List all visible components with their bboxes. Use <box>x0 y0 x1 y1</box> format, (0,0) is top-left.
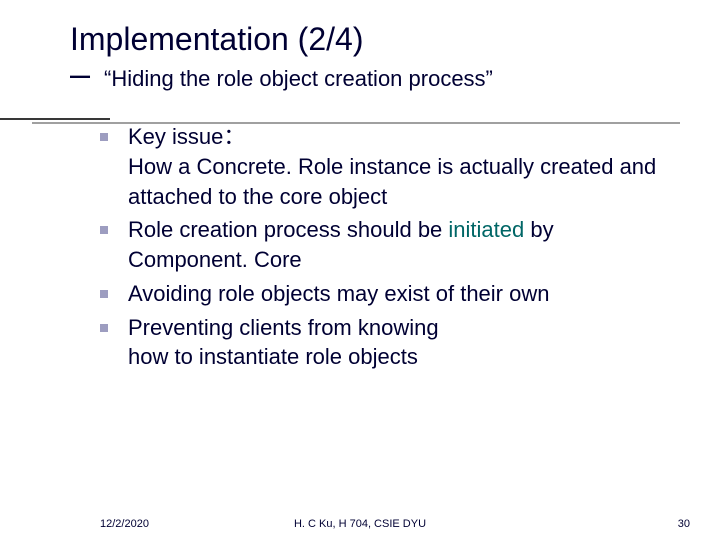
bullet-marker <box>100 133 108 141</box>
bullet-text: Preventing clients from knowing how to i… <box>128 313 439 372</box>
text-fragment: how to instantiate role objects <box>128 344 418 369</box>
text-fragment: How a Concrete. Role instance is actuall… <box>128 154 656 209</box>
bullet-marker <box>100 324 108 332</box>
divider-long <box>32 122 680 124</box>
footer-author: H. C Ku, H 704, CSIE DYU <box>0 518 720 530</box>
bullet-marker <box>100 290 108 298</box>
divider <box>0 118 720 130</box>
page-number: 30 <box>678 518 690 530</box>
subtitle: “Hiding the role object creation process… <box>104 65 493 93</box>
page-title: Implementation (2/4) <box>70 20 680 58</box>
bullet-2: Role creation process should be initiate… <box>100 215 660 274</box>
bullet-text: Key issue： How a Concrete. Role instance… <box>128 122 660 211</box>
content: Key issue： How a Concrete. Role instance… <box>100 122 660 372</box>
bullet-text: Role creation process should be initiate… <box>128 215 660 274</box>
slide: Implementation (2/4) – “Hiding the role … <box>0 0 720 540</box>
bullet-text: Avoiding role objects may exist of their… <box>128 279 549 309</box>
subtitle-row: – “Hiding the role object creation proce… <box>70 60 680 96</box>
divider-short <box>0 118 110 120</box>
bullet-1: Key issue： How a Concrete. Role instance… <box>100 122 660 211</box>
text-fragment: Preventing clients from knowing <box>128 315 439 340</box>
bullet-marker <box>100 226 108 234</box>
text-fragment: Role creation process should be <box>128 217 448 242</box>
bullet-3: Avoiding role objects may exist of their… <box>100 279 660 309</box>
bullet-4: Preventing clients from knowing how to i… <box>100 313 660 372</box>
dash-marker: – <box>70 56 90 92</box>
accent-text: initiated <box>448 217 524 242</box>
